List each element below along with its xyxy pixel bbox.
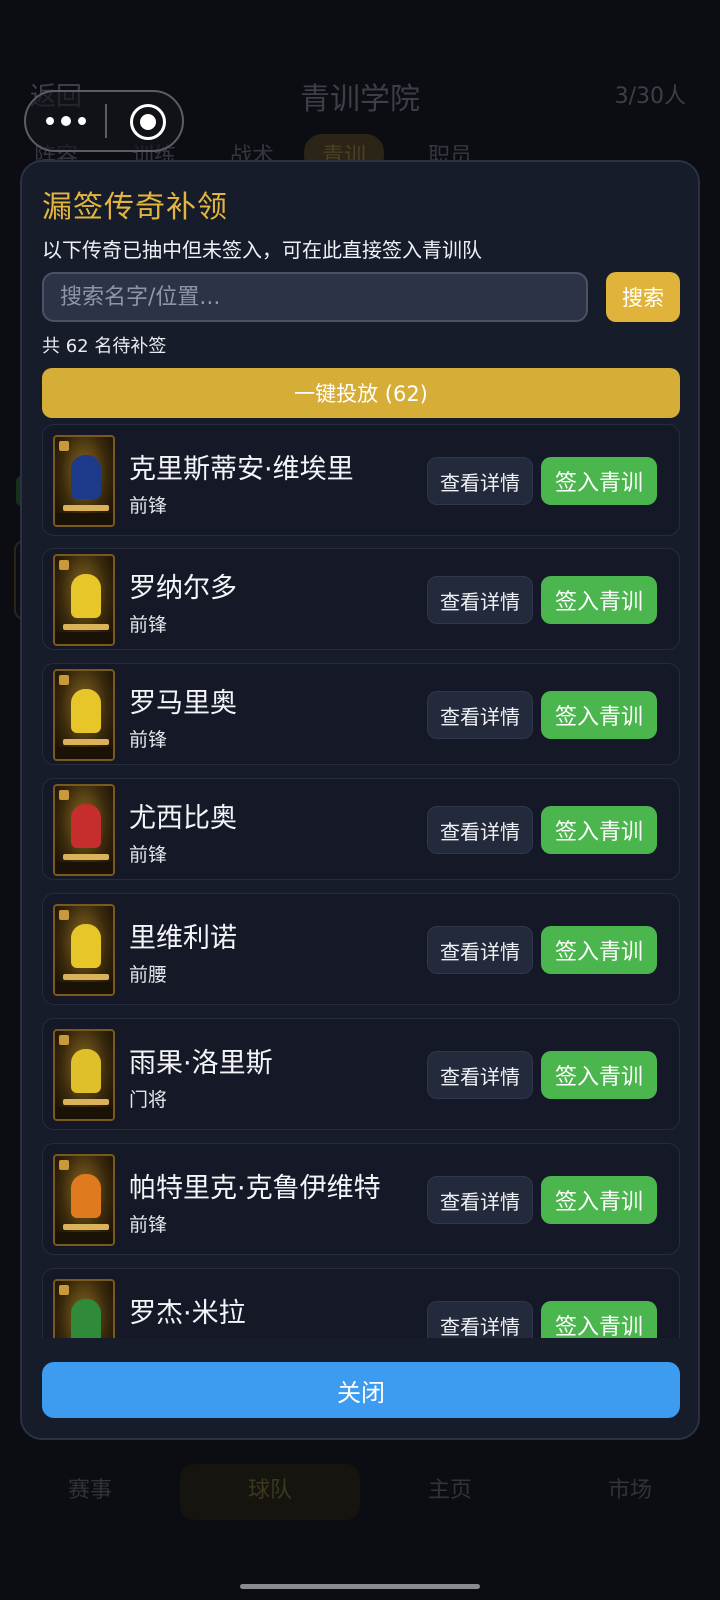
player-position: 门将 — [129, 1089, 168, 1111]
sign-youth-button[interactable]: 签入青训 — [541, 457, 657, 505]
modal-subtitle: 以下传奇已抽中但未签入，可在此直接签入青训队 — [42, 238, 482, 262]
app-screen: 返回 青训学院 3/30人 阵容 训练 战术 青训 职员 赛事 球队 主页 市场… — [0, 0, 720, 1600]
card-base — [55, 513, 113, 525]
crest-icon — [59, 1160, 69, 1170]
player-position: 前锋 — [129, 495, 168, 517]
sign-youth-button[interactable]: 签入青训 — [541, 691, 657, 739]
card-name-strip — [63, 1224, 109, 1230]
player-row: 罗杰·米拉前锋 查看详情签入青训 — [42, 1268, 680, 1338]
view-details-button[interactable]: 查看详情 — [427, 1301, 533, 1338]
view-details-button[interactable]: 查看详情 — [427, 457, 533, 505]
card-base — [55, 862, 113, 874]
player-name: 尤西比奥 — [129, 803, 237, 834]
player-figure — [71, 455, 101, 499]
sign-youth-button[interactable]: 签入青训 — [541, 806, 657, 854]
reclaim-modal: 漏签传奇补领 以下传奇已抽中但未签入，可在此直接签入青训队 搜索 共 62 名待… — [20, 160, 700, 1440]
player-position: 前锋 — [129, 1214, 168, 1236]
player-row: 罗马里奥前锋 查看详情 签入青训 — [42, 663, 680, 765]
close-miniprogram-icon[interactable] — [130, 104, 166, 140]
capacity-count: 3/30人 — [614, 84, 686, 109]
crest-icon — [59, 441, 69, 451]
sign-youth-button[interactable]: 签入青训 — [541, 1051, 657, 1099]
player-name: 罗纳尔多 — [129, 573, 237, 604]
card-name-strip — [63, 854, 109, 860]
crest-icon — [59, 1285, 69, 1295]
player-position: 前锋 — [129, 844, 168, 866]
crest-icon — [59, 790, 69, 800]
player-figure — [71, 1174, 101, 1218]
player-figure — [71, 804, 101, 848]
bottom-nav: 赛事 球队 主页 市场 — [0, 1440, 720, 1544]
player-position: 前锋 — [129, 729, 168, 751]
search-input[interactable] — [42, 272, 588, 322]
card-name-strip — [63, 1099, 109, 1105]
sign-youth-button[interactable]: 签入青训 — [541, 1301, 657, 1338]
card-name-strip — [63, 624, 109, 630]
card-name-strip — [63, 739, 109, 745]
player-row: 尤西比奥前锋 查看详情 签入青训 — [42, 778, 680, 880]
player-figure — [71, 574, 101, 618]
miniprogram-capsule — [24, 90, 184, 152]
sign-youth-button[interactable]: 签入青训 — [541, 1176, 657, 1224]
nav-item-home[interactable]: 主页 — [360, 1472, 540, 1504]
modal-title: 漏签传奇补领 — [42, 190, 228, 225]
card-name-strip — [63, 974, 109, 980]
home-indicator — [240, 1584, 480, 1589]
release-all-button[interactable]: 一键投放 (62) — [42, 368, 680, 418]
card-base — [55, 1107, 113, 1119]
player-name: 克里斯蒂安·维埃里 — [129, 454, 354, 485]
player-figure — [71, 689, 101, 733]
player-position: 前腰 — [129, 964, 168, 986]
card-base — [55, 1232, 113, 1244]
view-details-button[interactable]: 查看详情 — [427, 1051, 533, 1099]
player-row: 帕特里克·克鲁伊维特前锋 查看详情 签入青训 — [42, 1143, 680, 1255]
sign-youth-button[interactable]: 签入青训 — [541, 926, 657, 974]
crest-icon — [59, 910, 69, 920]
player-figure — [71, 1299, 101, 1338]
player-row: 罗纳尔多前锋 查看详情 签入青训 — [42, 548, 680, 650]
player-name: 帕特里克·克鲁伊维特 — [129, 1173, 381, 1204]
player-card-image — [53, 784, 115, 876]
card-base — [55, 982, 113, 994]
player-row: 克里斯蒂安·维埃里前锋 查看详情 签入青训 — [42, 424, 680, 536]
player-row: 雨果·洛里斯门将 查看详情 签入青训 — [42, 1018, 680, 1130]
player-name: 罗杰·米拉 — [129, 1298, 246, 1329]
player-card-image — [53, 669, 115, 761]
player-card-image — [53, 554, 115, 646]
player-card-image — [53, 904, 115, 996]
search-button[interactable]: 搜索 — [606, 272, 680, 322]
crest-icon — [59, 675, 69, 685]
player-position: 前锋 — [129, 1335, 167, 1338]
card-base — [55, 747, 113, 759]
card-base — [55, 632, 113, 644]
sign-youth-button[interactable]: 签入青训 — [541, 576, 657, 624]
player-list[interactable]: 克里斯蒂安·维埃里 前锋 查看详情 签入青训 罗纳尔多 前锋 查看详情 签入青训 罗马里奥 前锋查… — [22, 424, 698, 1338]
player-position: 前锋 — [129, 614, 168, 636]
player-name: 雨果·洛里斯 — [129, 1048, 273, 1079]
player-card-image — [53, 1029, 115, 1121]
capsule-divider — [105, 104, 107, 138]
nav-item-matches[interactable]: 赛事 — [0, 1472, 180, 1504]
crest-icon — [59, 560, 69, 570]
more-dots-icon[interactable] — [46, 110, 86, 132]
view-details-button[interactable]: 查看详情 — [427, 1176, 533, 1224]
player-card-image — [53, 1279, 115, 1338]
close-button[interactable]: 关闭 — [42, 1362, 680, 1418]
crest-icon — [59, 1035, 69, 1045]
nav-item-market[interactable]: 市场 — [540, 1472, 720, 1504]
player-card-image — [53, 435, 115, 527]
view-details-button[interactable]: 查看详情 — [427, 691, 533, 739]
view-details-button[interactable]: 查看详情 — [427, 926, 533, 974]
pending-count: 共 62 名待补签 — [42, 336, 167, 357]
nav-item-team[interactable]: 球队 — [180, 1472, 360, 1504]
player-figure — [71, 924, 101, 968]
view-details-button[interactable]: 查看详情 — [427, 806, 533, 854]
card-name-strip — [63, 505, 109, 511]
player-figure — [71, 1049, 101, 1093]
player-row: 里维利诺前腰 查看详情 签入青训 — [42, 893, 680, 1005]
player-card-image — [53, 1154, 115, 1246]
player-name: 罗马里奥 — [129, 688, 237, 719]
player-name: 里维利诺 — [129, 923, 237, 954]
view-details-button[interactable]: 查看详情 — [427, 576, 533, 624]
